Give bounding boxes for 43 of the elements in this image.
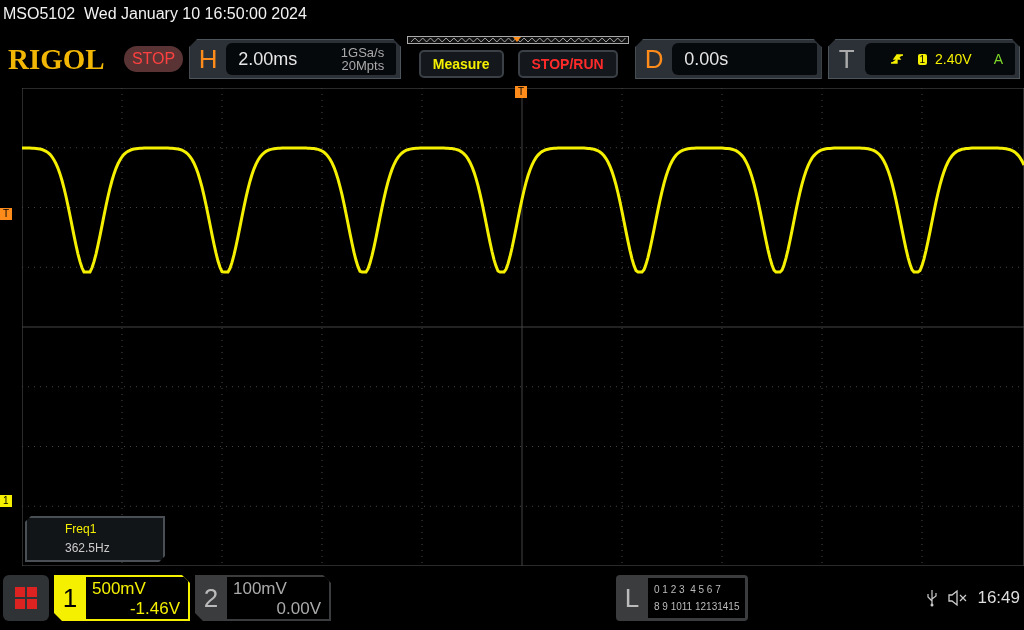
trigger-position-marker[interactable]: T [515, 86, 528, 98]
window-title: MSO5102 Wed January 10 16:50:00 2024 [2, 4, 308, 24]
horizontal-label: H [197, 43, 219, 75]
delay-label: D [643, 43, 665, 75]
run-state-badge: STOP [123, 46, 184, 72]
channel-panel[interactable]: 2 100mV 0.00V [195, 575, 331, 621]
delay-value: 0.00s [684, 48, 729, 70]
trigger-level-value: 2.40V [935, 51, 972, 67]
channel-panel[interactable]: 1 500mV -1.46V [54, 575, 190, 621]
clock-time: 16:49 [977, 588, 1020, 608]
delay-panel[interactable]: D 0.00s [635, 39, 822, 79]
grid-icon [14, 586, 38, 610]
sample-rate: 1GSa/s [340, 46, 385, 59]
channel-number: 2 [202, 581, 220, 615]
horizontal-panel[interactable]: H 2.00ms 1GSa/s 20Mpts [189, 39, 402, 79]
memory-strip-icon [407, 36, 630, 44]
measurement-card[interactable]: Freq1 362.5Hz [25, 516, 165, 562]
measure-button[interactable]: Measure [418, 50, 504, 78]
logic-channels: 0 1 2 3 4 5 6 7 [654, 584, 722, 595]
channel-number: 1 [61, 581, 79, 615]
logic-panel[interactable]: L 0 1 2 3 4 5 6 7 8 9 1011 12131415 [616, 575, 748, 621]
rising-edge-icon [889, 52, 904, 66]
trigger-mode: A [993, 51, 1003, 67]
measurement-name: Freq1 [65, 522, 98, 536]
channel-scale: 100mV [233, 579, 288, 599]
channel-offset: -1.46V [129, 599, 180, 619]
memory-depth: 20Mpts [341, 59, 385, 72]
channel-offset: 0.00V [276, 599, 321, 619]
trigger-label: T [837, 43, 856, 75]
timebase-value: 2.00ms [238, 48, 298, 70]
logic-channels: 8 9 1011 12131415 [654, 601, 741, 612]
channel-marker[interactable]: 1 [0, 495, 12, 507]
trigger-panel[interactable]: T 1 2.40V A [827, 39, 1020, 79]
usb-icon [927, 589, 938, 607]
speaker-muted-icon [947, 589, 968, 607]
channel-scale: 500mV [92, 579, 147, 599]
logic-label: L [623, 581, 641, 615]
menu-button[interactable] [3, 575, 49, 621]
stop-run-button[interactable]: STOP/RUN [517, 50, 618, 78]
trigger-source-badge: 1 [917, 53, 928, 65]
trigger-level-marker[interactable]: T [0, 208, 13, 220]
brand-logo: RIGOL [8, 42, 106, 76]
measurement-value: 362.5Hz [65, 541, 111, 555]
